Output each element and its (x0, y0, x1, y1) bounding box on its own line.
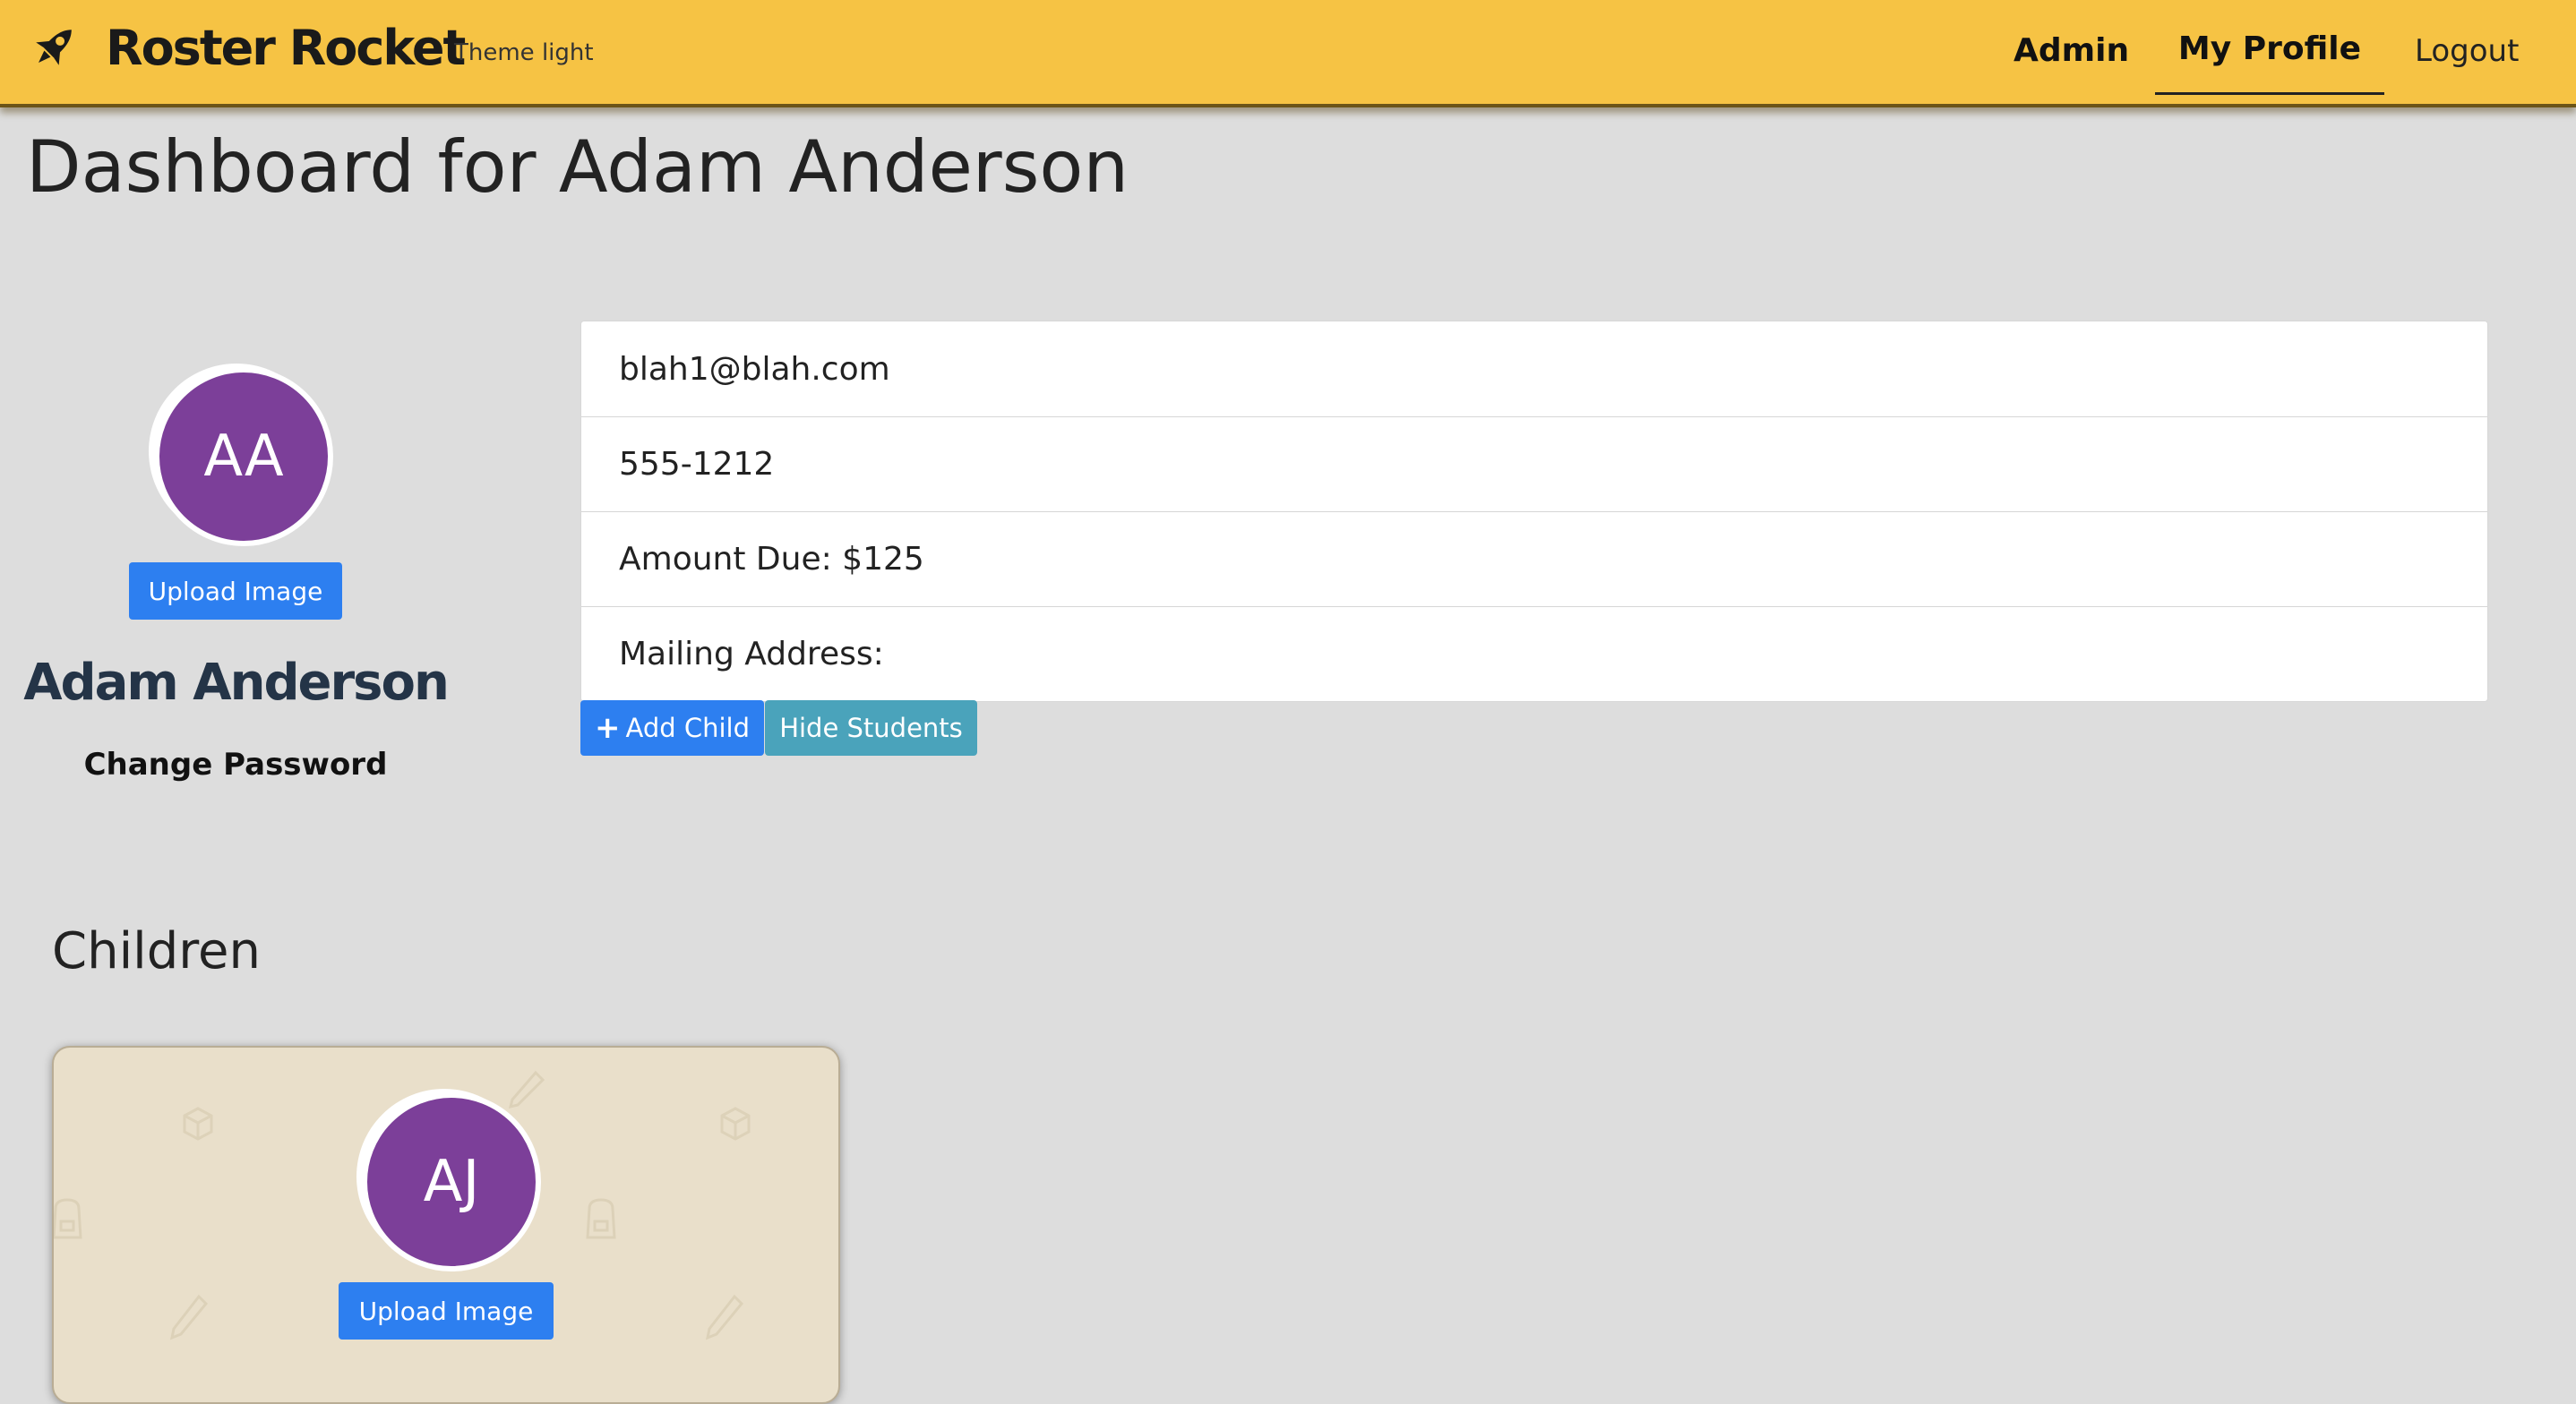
box-doodle-icon (183, 1107, 213, 1141)
email-item: blah1@blah.com (619, 350, 890, 388)
theme-toggle-link[interactable]: Theme light (454, 39, 594, 66)
nav-admin-link[interactable]: Admin (2014, 32, 2129, 69)
child-upload-image-button[interactable]: Upload Image (339, 1282, 554, 1340)
mailing-address-item: Mailing Address: (581, 606, 2487, 701)
nav-logout-link[interactable]: Logout (2415, 33, 2519, 69)
profile-name: Adam Anderson (23, 654, 450, 712)
amount-due-item: Amount Due: $125 (581, 511, 2487, 606)
box-doodle-icon (720, 1107, 751, 1141)
profile-info-list: blah1@blah.com 555-1212 Amount Due: $125… (580, 321, 2488, 702)
phone-item: 555-1212 (581, 416, 2487, 511)
child-card: AJ Upload Image (52, 1046, 840, 1404)
avatar: AA (154, 367, 333, 546)
rocket-icon (36, 30, 72, 65)
children-heading: Children (52, 922, 261, 980)
child-avatar-initials: AJ (423, 1149, 480, 1215)
change-password-link[interactable]: Change Password (0, 747, 471, 783)
brand-name: Roster Rocket (106, 19, 466, 76)
hide-students-button[interactable]: Hide Students (765, 700, 977, 756)
add-child-label: Add Child (625, 713, 750, 743)
brand-link[interactable]: Roster Rocket (25, 16, 466, 79)
add-child-button[interactable]: + Add Child (580, 700, 764, 756)
backpack-doodle-icon (586, 1198, 616, 1239)
plus-icon: + (594, 710, 621, 746)
pencil-doodle-icon (169, 1294, 209, 1340)
nav-my-profile-link[interactable]: My Profile (2155, 0, 2384, 95)
pencil-doodle-icon (705, 1294, 744, 1340)
upload-image-button[interactable]: Upload Image (129, 562, 342, 620)
page-title: Dashboard for Adam Anderson (26, 125, 1129, 209)
avatar-initials: AA (203, 424, 284, 490)
backpack-doodle-icon (54, 1198, 82, 1239)
top-navbar: Roster Rocket Theme light Admin My Profi… (0, 0, 2576, 107)
child-avatar: AJ (362, 1092, 541, 1271)
pencil-doodle-icon (508, 1070, 545, 1109)
